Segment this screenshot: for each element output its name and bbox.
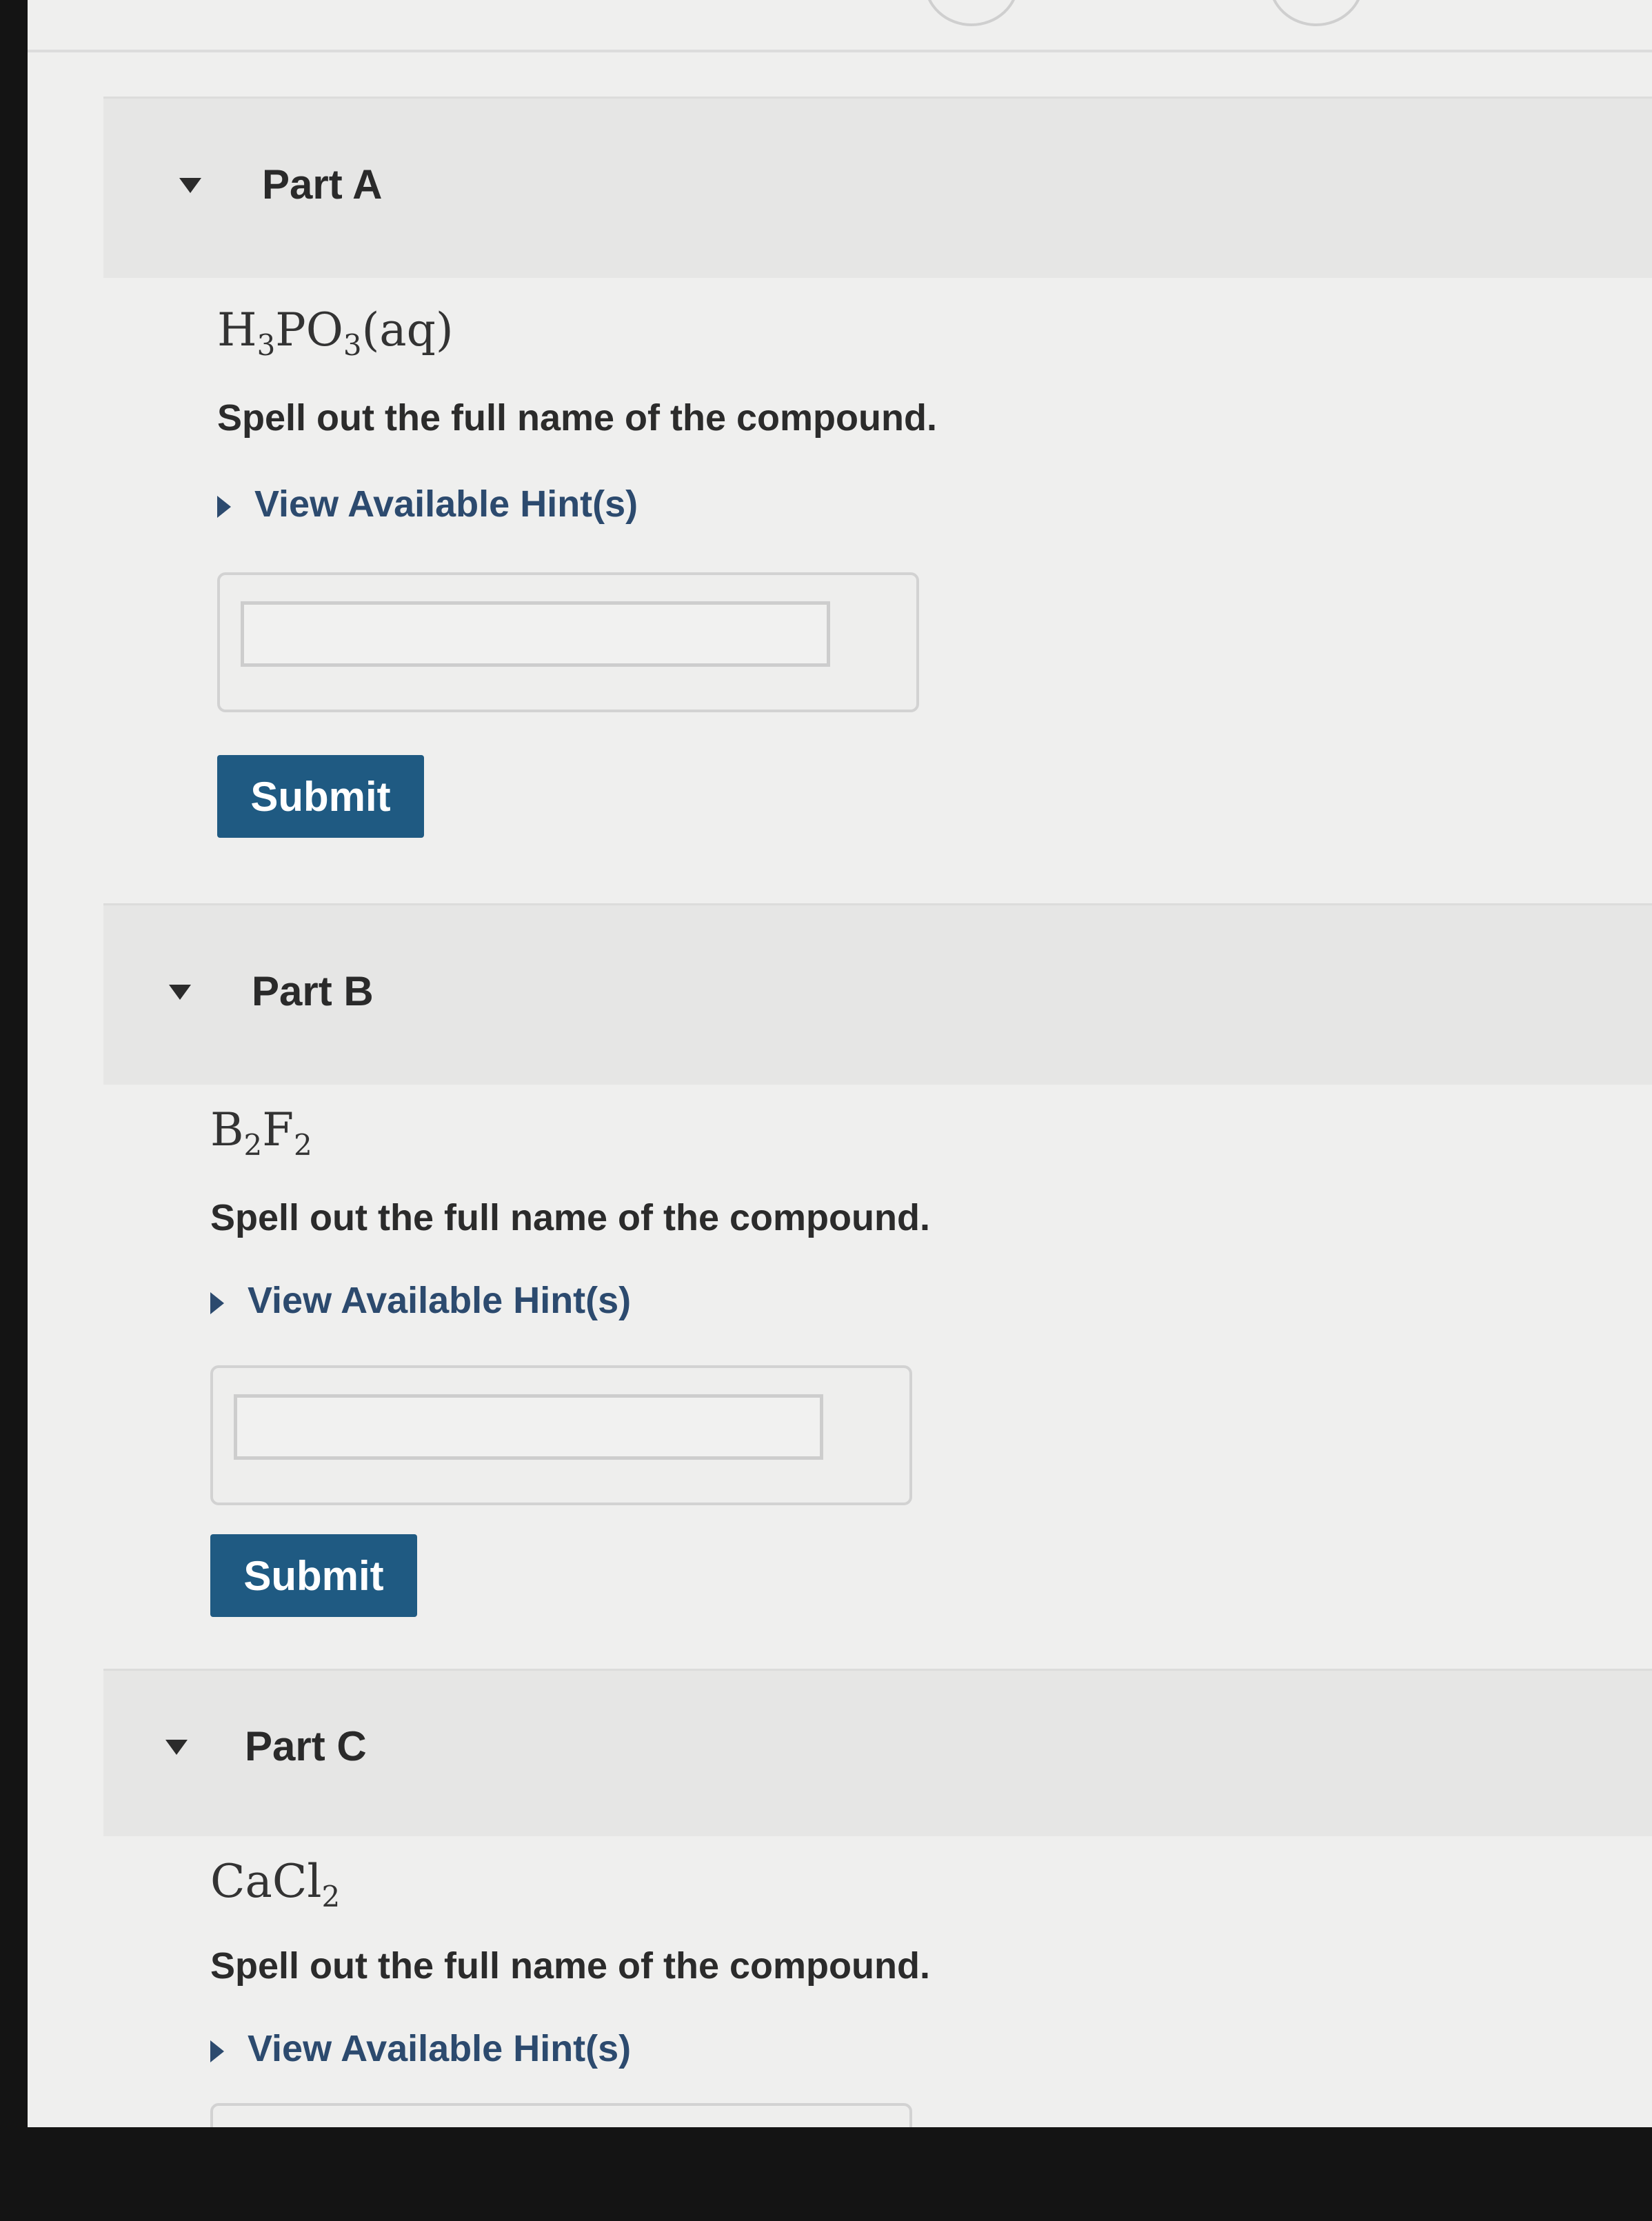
submit-button[interactable]: Submit (210, 1534, 417, 1617)
view-hints-link[interactable]: View Available Hint(s) (210, 1279, 631, 1322)
answer-box (210, 1365, 912, 1505)
expand-caret-icon (210, 2040, 224, 2062)
instruction-text: Spell out the full name of the compound. (217, 397, 937, 439)
collapse-caret-icon[interactable] (169, 985, 191, 1000)
part-title: Part A (262, 161, 383, 208)
top-partial-control[interactable] (1269, 0, 1364, 26)
submit-button[interactable]: Submit (217, 755, 424, 838)
answer-input[interactable] (241, 601, 830, 667)
answer-input[interactable] (234, 1394, 823, 1460)
collapse-caret-icon[interactable] (179, 178, 201, 193)
view-hints-link[interactable]: View Available Hint(s) (210, 2027, 631, 2070)
chemical-formula: B2F2 (210, 1103, 312, 1163)
monitor-bezel (0, 2127, 1652, 2221)
top-divider (28, 50, 1652, 52)
expand-caret-icon (217, 495, 231, 518)
instruction-text: Spell out the full name of the compound. (210, 1197, 930, 1238)
instruction-text: Spell out the full name of the compound. (210, 1945, 930, 1987)
view-hints-link[interactable]: View Available Hint(s) (217, 483, 638, 525)
hint-link-label: View Available Hint(s) (248, 2028, 632, 2069)
screen: Part A H3PO3(aq) Spell out the full name… (28, 0, 1652, 2155)
top-partial-control[interactable] (924, 0, 1019, 26)
collapse-caret-icon[interactable] (165, 1740, 188, 1755)
hint-link-label: View Available Hint(s) (254, 483, 638, 525)
part-a-header[interactable]: Part A (103, 97, 1652, 278)
chemical-formula: H3PO3(aq) (217, 303, 454, 363)
answer-box (217, 572, 919, 712)
part-title: Part B (252, 968, 374, 1014)
part-title: Part C (245, 1723, 367, 1769)
expand-caret-icon (210, 1292, 224, 1314)
hint-link-label: View Available Hint(s) (248, 1280, 632, 1321)
part-b-header[interactable]: Part B (103, 903, 1652, 1085)
chemical-formula: CaCl2 (210, 1855, 341, 1914)
part-c-header[interactable]: Part C (103, 1669, 1652, 1836)
